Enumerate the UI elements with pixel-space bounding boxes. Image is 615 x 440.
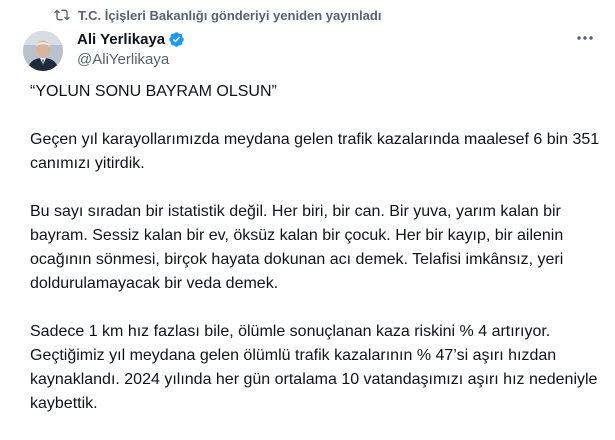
handle[interactable]: @AliYerlikaya: [77, 51, 185, 71]
post-paragraph: Sadece 1 km hız fazlası bile, ölümle son…: [30, 323, 598, 412]
repost-indicator[interactable]: T.C. İçişleri Bakanlığı gönderiyi yenide…: [54, 6, 381, 24]
display-name[interactable]: Ali Yerlikaya: [77, 31, 165, 48]
post-paragraph: Geçen yıl karayollarımızda meydana gelen…: [30, 131, 600, 172]
author-block: Ali Yerlikaya @AliYerlikaya: [77, 29, 185, 71]
repost-icon: [54, 7, 70, 23]
name-row: Ali Yerlikaya: [77, 29, 185, 49]
avatar[interactable]: [23, 31, 63, 71]
verified-badge-icon: [168, 31, 185, 48]
tweet[interactable]: T.C. İçişleri Bakanlığı gönderiyi yenide…: [0, 0, 615, 436]
post-paragraph: Bu sayı sıradan bir istatistik değil. He…: [30, 203, 564, 292]
post-quote: “YOLUN SONU BAYRAM OLSUN”: [30, 83, 277, 100]
repost-text: T.C. İçişleri Bakanlığı gönderiyi yenide…: [78, 7, 382, 23]
more-options-icon[interactable]: [573, 30, 597, 46]
post-text: “YOLUN SONU BAYRAM OLSUN” Geçen yıl kara…: [30, 80, 605, 440]
